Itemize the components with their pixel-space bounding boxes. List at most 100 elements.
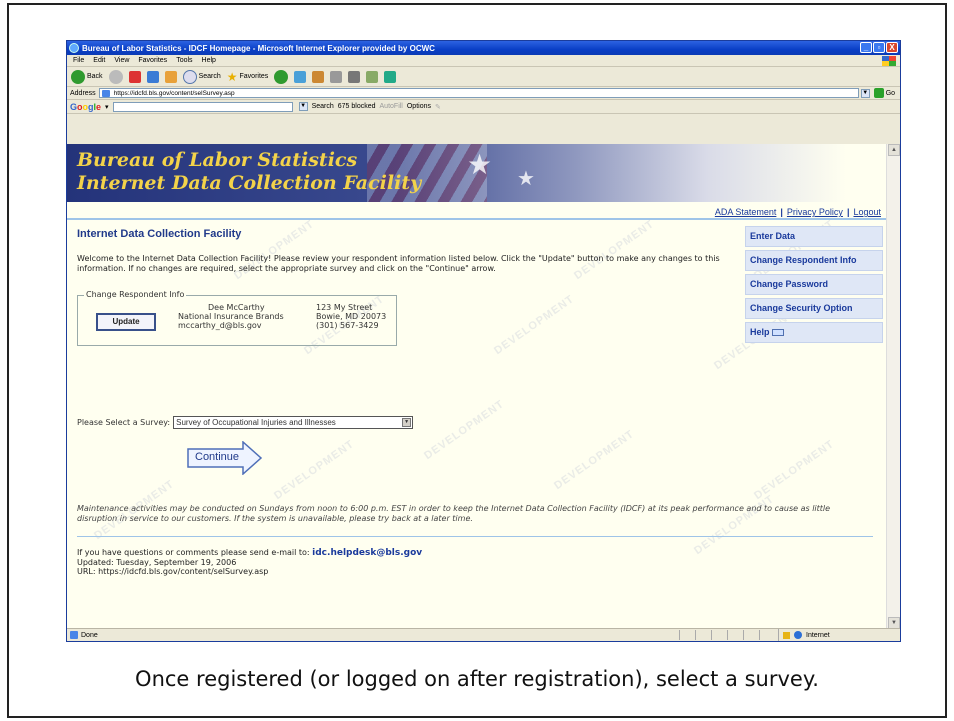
stop-icon[interactable] [128, 70, 141, 83]
back-arrow-icon [71, 69, 85, 84]
survey-select[interactable]: Survey of Occupational Injuries and Illn… [173, 416, 414, 429]
respondent-street: 123 My Street [316, 303, 373, 312]
back-button[interactable]: Back [71, 69, 103, 84]
survey-row: Please Select a Survey: Survey of Occupa… [77, 416, 414, 429]
zone-label: Internet [806, 631, 830, 639]
respondent-name: Dee McCarthy [208, 303, 265, 312]
nav-change-security-option[interactable]: Change Security Option [745, 298, 883, 319]
menu-view[interactable]: View [114, 57, 129, 64]
watermark: DEVELOPMENT [492, 292, 577, 358]
refresh-icon[interactable] [146, 70, 159, 83]
home-icon[interactable] [164, 70, 177, 83]
update-button[interactable]: Update [96, 313, 156, 331]
page-title: Internet Data Collection Facility [77, 228, 242, 240]
star-icon: ★ [467, 149, 493, 180]
respondent-contact: Dee McCarthy National Insurance Brands m… [178, 303, 284, 330]
respondent-address: 123 My Street Bowie, MD 20073 (301) 567-… [316, 303, 386, 330]
star-icon: ★ [517, 168, 535, 190]
watermark: DEVELOPMENT [422, 397, 507, 463]
autofill-button[interactable]: AutoFill [380, 103, 403, 110]
bls-banner: ★ ★ Bureau of Labor Statistics Internet … [67, 144, 887, 202]
messenger-icon[interactable] [384, 70, 397, 83]
minimize-button[interactable]: _ [860, 42, 872, 53]
toolbar: Back Search ★ Favorites [67, 67, 900, 87]
survey-label: Please Select a Survey: [77, 418, 171, 427]
address-input[interactable]: https://idcfd.bls.gov/content/selSurvey.… [98, 88, 859, 98]
helpdesk-email-link[interactable]: idc.helpdesk@bls.gov [312, 548, 422, 558]
search-button[interactable]: Search [182, 69, 221, 84]
go-button[interactable]: Go [886, 90, 895, 97]
mail-icon[interactable] [312, 70, 325, 83]
close-button[interactable]: X [886, 42, 898, 53]
respondent-city: Bowie, MD 20073 [316, 312, 387, 321]
nav-enter-data[interactable]: Enter Data [745, 226, 883, 247]
menu-tools[interactable]: Tools [176, 57, 192, 64]
respondent-company: National Insurance Brands [178, 312, 284, 321]
windows-logo-icon [882, 56, 896, 66]
address-dropdown[interactable]: ▼ [860, 88, 870, 98]
pencil-icon[interactable]: ✎ [435, 103, 441, 111]
maximize-button[interactable]: ▫ [873, 42, 885, 53]
watermark: DEVELOPMENT [692, 492, 777, 558]
scroll-up-button[interactable]: ▲ [888, 144, 900, 156]
print-icon[interactable] [330, 70, 343, 83]
menu-help[interactable]: Help [202, 57, 216, 64]
contact-text: If you have questions or comments please… [77, 548, 310, 557]
banner-title-line1: Bureau of Labor Statistics [77, 149, 358, 171]
ada-statement-link[interactable]: ADA Statement [715, 207, 777, 217]
discuss-icon[interactable] [366, 70, 379, 83]
google-search-dropdown[interactable]: ▼ [298, 102, 308, 111]
side-nav: Enter Data Change Respondent Info Change… [745, 226, 883, 346]
google-logo[interactable]: Google [70, 102, 101, 112]
search-icon [182, 69, 197, 84]
security-zone: Internet [778, 629, 898, 641]
respondent-info-legend: Change Respondent Info [84, 290, 187, 299]
media-icon[interactable] [294, 70, 307, 83]
menu-favorites[interactable]: Favorites [138, 57, 167, 64]
updated-date: Updated: Tuesday, September 19, 2006 [77, 558, 237, 567]
respondent-info-group: Change Respondent Info Update Dee McCart… [77, 290, 397, 346]
popup-blocked-counter[interactable]: 675 blocked [338, 103, 376, 110]
help-window-icon [772, 329, 785, 337]
menu-bar: File Edit View Favorites Tools Help [67, 55, 900, 67]
chevron-down-icon: ▼ [402, 418, 412, 427]
logout-link[interactable]: Logout [853, 207, 881, 217]
status-text: Done [81, 631, 98, 639]
nav-help[interactable]: Help [745, 322, 883, 343]
nav-change-respondent-info[interactable]: Change Respondent Info [745, 250, 883, 271]
title-bar: Bureau of Labor Statistics - IDCF Homepa… [67, 41, 900, 55]
browser-window: Bureau of Labor Statistics - IDCF Homepa… [66, 40, 901, 642]
respondent-email: mccarthy_d@bls.gov [178, 321, 262, 330]
status-bar: Done Internet [67, 628, 900, 641]
nav-change-password[interactable]: Change Password [745, 274, 883, 295]
watermark: DEVELOPMENT [552, 427, 637, 493]
address-label: Address [70, 89, 96, 97]
google-toolbar: Google ▾ ▼ Search 675 blocked AutoFill O… [67, 100, 900, 114]
menu-file[interactable]: File [73, 57, 84, 64]
menu-edit[interactable]: Edit [93, 57, 105, 64]
options-button[interactable]: Options [407, 103, 431, 110]
edit-icon[interactable] [348, 70, 361, 83]
star-icon: ★ [226, 69, 238, 84]
favorites-button[interactable]: ★ Favorites [227, 70, 269, 84]
watermark: DEVELOPMENT [272, 437, 357, 503]
forward-button[interactable] [108, 69, 123, 84]
google-search-input[interactable] [112, 101, 293, 112]
globe-icon [794, 631, 802, 639]
maintenance-notice: Maintenance activities may be conducted … [77, 504, 831, 523]
google-search-button[interactable]: Search [312, 103, 334, 110]
lock-icon [783, 631, 790, 639]
google-menu-arrow[interactable]: ▾ [105, 103, 109, 111]
page-content: ★ ★ Bureau of Labor Statistics Internet … [67, 144, 887, 629]
continue-button[interactable]: Continue [187, 440, 263, 476]
banner-title-line2: Internet Data Collection Facility [77, 172, 422, 194]
privacy-policy-link[interactable]: Privacy Policy [787, 207, 843, 217]
ie-icon [69, 43, 79, 53]
vertical-scrollbar[interactable]: ▲ ▼ [886, 144, 900, 629]
divider [67, 218, 887, 220]
slide-caption: Once registered (or logged on after regi… [135, 667, 819, 691]
welcome-text: Welcome to the Internet Data Collection … [77, 254, 720, 273]
go-arrow-icon[interactable] [873, 88, 884, 98]
history-icon[interactable] [274, 69, 289, 84]
respondent-phone: (301) 567-3429 [316, 321, 379, 330]
